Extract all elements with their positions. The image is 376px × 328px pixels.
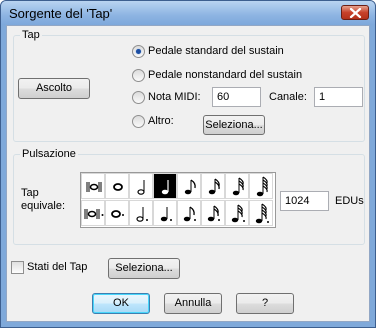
dotted-half-note-icon — [136, 207, 148, 222]
duration-palette — [80, 172, 276, 228]
dotted-whole-note-icon — [111, 210, 124, 218]
tap-states-select-button[interactable]: Seleziona... — [108, 258, 180, 279]
duration-16th[interactable] — [201, 173, 225, 199]
quarter-note-icon — [161, 180, 169, 195]
radio-nonstandard-sustain[interactable] — [132, 69, 145, 82]
ok-button[interactable]: OK — [92, 293, 150, 314]
dotted-quarter-note-icon — [160, 207, 172, 222]
radio-standard-sustain[interactable] — [132, 45, 145, 58]
radio-midi-note[interactable] — [132, 91, 145, 104]
duration-half[interactable] — [129, 173, 153, 199]
duration-dotted-whole[interactable] — [105, 200, 129, 226]
select-other-button[interactable]: Seleziona... — [203, 115, 265, 135]
duration-dotted-32nd[interactable] — [225, 200, 249, 226]
duration-quarter[interactable] — [153, 173, 177, 199]
title-bar[interactable]: Sorgente del 'Tap' — [1, 1, 375, 25]
dialog-window: Sorgente del 'Tap' Tap Ascolto Pedale st… — [0, 0, 376, 328]
tap-equivalent-label: Tap equivale: — [21, 187, 66, 212]
duration-dotted-quarter[interactable] — [153, 200, 177, 226]
dotted-eighth-note-icon — [183, 206, 196, 222]
radio-other-label: Altro: — [148, 115, 174, 127]
tap-states-label: Stati del Tap — [27, 261, 88, 273]
dotted-breve-note-icon — [84, 209, 104, 219]
dotted-sixtyfourth-note-icon — [255, 203, 269, 224]
duration-dotted-half[interactable] — [129, 200, 153, 226]
close-button[interactable] — [341, 5, 369, 20]
window-title: Sorgente del 'Tap' — [9, 6, 113, 21]
dialog-client: Tap Ascolto Pedale standard del sustain … — [6, 25, 370, 322]
breve-note-icon — [86, 182, 102, 192]
radio-midi-note-label: Nota MIDI: — [148, 91, 201, 103]
channel-field[interactable]: 1 — [314, 87, 363, 107]
eighth-note-icon — [184, 179, 196, 195]
cancel-button[interactable]: Annulla — [164, 293, 222, 314]
whole-note-icon — [113, 183, 123, 191]
radio-nonstandard-sustain-label: Pedale nonstandard del sustain — [148, 69, 303, 81]
duration-32nd[interactable] — [225, 173, 249, 199]
duration-dotted-eighth[interactable] — [177, 200, 201, 226]
dotted-thirtysecond-note-icon — [231, 204, 245, 223]
radio-other[interactable] — [132, 115, 145, 128]
duration-dotted-64th[interactable] — [249, 200, 273, 226]
half-note-icon — [137, 180, 145, 195]
dotted-sixteenth-note-icon — [207, 205, 220, 222]
thirtysecond-note-icon — [232, 177, 244, 196]
duration-breve[interactable] — [81, 173, 105, 199]
pulse-group-label: Pulsazione — [20, 148, 78, 160]
duration-dotted-breve[interactable] — [81, 200, 105, 226]
edus-label: EDUs — [335, 195, 364, 207]
edus-field[interactable]: 1024 — [280, 191, 329, 211]
close-icon — [349, 8, 362, 18]
listen-button[interactable]: Ascolto — [18, 78, 90, 99]
tap-states-checkbox[interactable] — [11, 261, 24, 274]
channel-label: Canale: — [269, 91, 307, 103]
duration-eighth[interactable] — [177, 173, 201, 199]
duration-dotted-16th[interactable] — [201, 200, 225, 226]
radio-standard-sustain-label: Pedale standard del sustain — [148, 45, 284, 57]
sixtyfourth-note-icon — [256, 176, 268, 197]
help-button[interactable]: ? — [236, 293, 294, 314]
duration-whole[interactable] — [105, 173, 129, 199]
duration-64th[interactable] — [249, 173, 273, 199]
midi-note-field[interactable]: 60 — [212, 87, 261, 107]
sixteenth-note-icon — [208, 178, 220, 195]
tap-group-label: Tap — [20, 29, 42, 41]
